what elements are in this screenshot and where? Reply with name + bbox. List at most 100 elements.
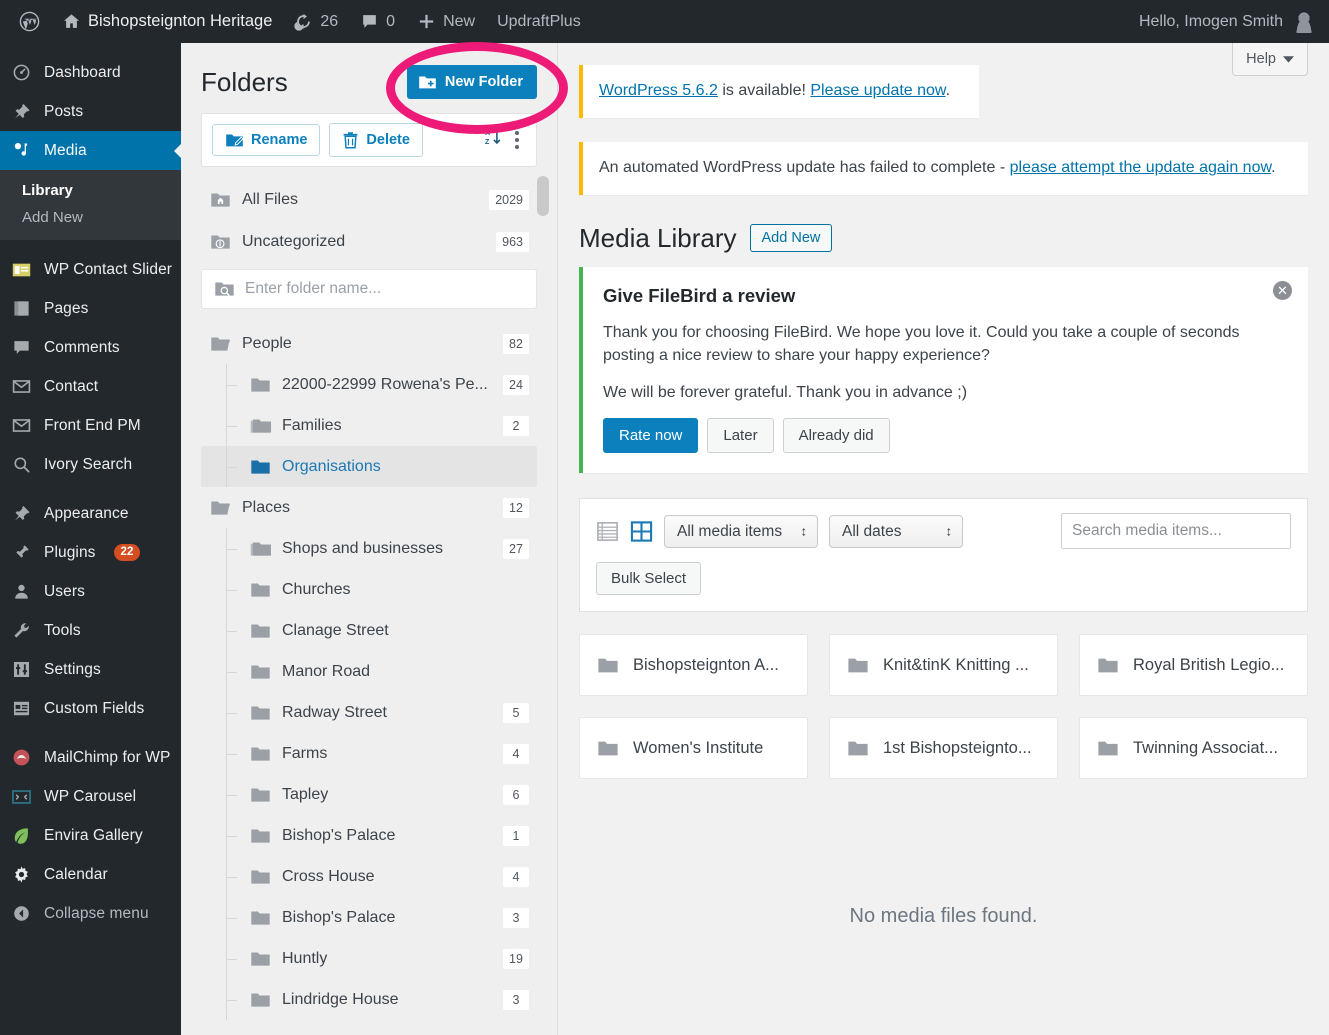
help-toggle-button[interactable]: Help bbox=[1232, 43, 1308, 76]
already-did-button[interactable]: Already did bbox=[782, 418, 890, 454]
folder-row-all-files[interactable]: All Files 2029 bbox=[201, 179, 537, 221]
add-new-media-button[interactable]: Add New bbox=[749, 224, 833, 253]
howdy-greeting[interactable]: Hello, Imogen Smith bbox=[1139, 13, 1293, 31]
sidebar-item-custom-fields[interactable]: Custom Fields bbox=[0, 689, 181, 728]
folder-icon bbox=[251, 910, 270, 925]
tree-node-tapley[interactable]: Tapley 6 bbox=[201, 774, 537, 815]
folder-card[interactable]: Royal British Legio... bbox=[1079, 634, 1308, 697]
tree-node-huntly[interactable]: Huntly 19 bbox=[201, 938, 537, 979]
sidebar-item-front-end-pm[interactable]: Front End PM bbox=[0, 406, 181, 445]
folder-card[interactable]: Women's Institute bbox=[579, 717, 808, 780]
collapse-menu-button[interactable]: Collapse menu bbox=[0, 894, 181, 933]
folder-label: Lindridge House bbox=[282, 990, 399, 1008]
sidebar-item-contact[interactable]: Contact bbox=[0, 367, 181, 406]
mailchimp-icon bbox=[11, 747, 32, 768]
tree-node-bishops-palace-1[interactable]: Bishop's Palace 1 bbox=[201, 815, 537, 856]
failed-notice-text: An automated WordPress update has failed… bbox=[599, 158, 1010, 176]
updraftplus-menu[interactable]: UpdraftPlus bbox=[486, 0, 592, 43]
list-view-icon[interactable] bbox=[596, 520, 619, 543]
folder-label: Bishop's Palace bbox=[282, 826, 396, 844]
wordpress-update-notice: WordPress 5.6.2 is available! Please upd… bbox=[579, 65, 979, 118]
sidebar-item-appearance[interactable]: Appearance bbox=[0, 494, 181, 533]
contact-slider-icon bbox=[11, 259, 32, 280]
folder-card[interactable]: Twinning Associat... bbox=[1079, 717, 1308, 780]
delete-folder-button[interactable]: Delete bbox=[329, 123, 423, 157]
folder-plus-icon bbox=[419, 76, 436, 89]
bulk-select-button[interactable]: Bulk Select bbox=[596, 562, 702, 596]
folders-panel-scrollbar[interactable] bbox=[537, 176, 549, 216]
tree-node-families[interactable]: Families 2 bbox=[201, 405, 537, 446]
rename-folder-button[interactable]: Rename bbox=[212, 124, 321, 156]
tree-node-bishops-palace-2[interactable]: Bishop's Palace 3 bbox=[201, 897, 537, 938]
menu-separator bbox=[0, 240, 181, 250]
please-update-now-link[interactable]: Please update now bbox=[810, 82, 945, 99]
sidebar-item-wp-contact-slider[interactable]: WP Contact Slider bbox=[0, 250, 181, 289]
folder-icon bbox=[251, 828, 270, 843]
sidebar-item-dashboard[interactable]: Dashboard bbox=[0, 53, 181, 92]
notice-tail: . bbox=[945, 82, 951, 99]
tree-node-lindridge-house[interactable]: Lindridge House 3 bbox=[201, 979, 537, 1020]
empty-media-message: No media files found. bbox=[849, 905, 1038, 928]
wordpress-logo-menu[interactable] bbox=[8, 0, 51, 43]
sidebar-item-mailchimp-for-wp[interactable]: MailChimp for WP bbox=[0, 738, 181, 777]
rate-now-button[interactable]: Rate now bbox=[603, 418, 699, 454]
submenu-item-library[interactable]: Library bbox=[0, 177, 181, 204]
tree-node-manor-road[interactable]: Manor Road bbox=[201, 651, 537, 692]
tree-node-shops-and-businesses[interactable]: Shops and businesses 27 bbox=[201, 528, 537, 569]
tree-node-people[interactable]: People 82 bbox=[201, 323, 537, 364]
sidebar-item-tools[interactable]: Tools bbox=[0, 611, 181, 650]
leaf-icon bbox=[11, 825, 32, 846]
folder-card[interactable]: Bishopsteignton A... bbox=[579, 634, 808, 697]
date-filter[interactable]: All dates bbox=[829, 514, 963, 548]
media-type-select[interactable]: All media items bbox=[664, 514, 818, 548]
search-media-input[interactable] bbox=[1061, 513, 1291, 550]
sidebar-item-settings[interactable]: Settings bbox=[0, 650, 181, 689]
sidebar-item-users[interactable]: Users bbox=[0, 572, 181, 611]
user-avatar-icon[interactable] bbox=[1293, 10, 1315, 33]
sidebar-item-comments[interactable]: Comments bbox=[0, 328, 181, 367]
tree-node-rowena[interactable]: 22000-22999 Rowena's Pe... 24 bbox=[201, 364, 537, 405]
folder-row-uncategorized[interactable]: Uncategorized 963 bbox=[201, 221, 537, 263]
media-type-filter[interactable]: All media items bbox=[664, 514, 818, 548]
grid-view-icon[interactable] bbox=[630, 520, 653, 543]
folder-search-box[interactable]: Enter folder name... bbox=[201, 269, 537, 309]
sidebar-item-calendar[interactable]: Calendar bbox=[0, 855, 181, 894]
folder-label: Shops and businesses bbox=[282, 539, 443, 557]
new-content-menu[interactable]: New bbox=[406, 0, 486, 43]
tree-node-places[interactable]: Places 12 bbox=[201, 487, 537, 528]
sidebar-item-plugins[interactable]: Plugins 22 bbox=[0, 533, 181, 572]
sidebar-item-label: Dashboard bbox=[44, 63, 121, 81]
folder-label: Bishop's Palace bbox=[282, 908, 396, 926]
sidebar-item-envira-gallery[interactable]: Envira Gallery bbox=[0, 816, 181, 855]
tree-node-churches[interactable]: Churches bbox=[201, 569, 537, 610]
sort-az-icon[interactable]: A Z bbox=[485, 128, 504, 152]
later-button[interactable]: Later bbox=[707, 418, 774, 454]
folder-info-icon bbox=[211, 235, 230, 249]
submenu-item-add-new[interactable]: Add New bbox=[0, 204, 181, 231]
tree-node-clanage-street[interactable]: Clanage Street bbox=[201, 610, 537, 651]
trash-icon bbox=[343, 132, 358, 149]
sidebar-item-media[interactable]: Media bbox=[0, 131, 182, 170]
tree-node-farms[interactable]: Farms 4 bbox=[201, 733, 537, 774]
folder-card[interactable]: Knit&tinK Knitting ... bbox=[829, 634, 1058, 697]
comments-menu[interactable]: 0 bbox=[349, 0, 406, 43]
tree-node-organisations[interactable]: Organisations bbox=[201, 446, 537, 487]
date-select[interactable]: All dates bbox=[829, 514, 963, 548]
close-icon[interactable]: ✕ bbox=[1273, 280, 1292, 300]
tree-node-radway-street[interactable]: Radway Street 5 bbox=[201, 692, 537, 733]
folder-actions-toolbar: Rename Delete A Z bbox=[201, 113, 537, 167]
sidebar-item-ivory-search[interactable]: Ivory Search bbox=[0, 445, 181, 484]
sidebar-item-pages[interactable]: Pages bbox=[0, 289, 181, 328]
tree-node-cross-house[interactable]: Cross House 4 bbox=[201, 856, 537, 897]
kebab-menu-icon[interactable] bbox=[513, 131, 526, 149]
new-folder-button[interactable]: New Folder bbox=[406, 65, 537, 99]
site-name-menu[interactable]: Bishopsteignton Heritage bbox=[51, 0, 283, 43]
updates-menu[interactable]: 26 bbox=[283, 0, 349, 43]
folder-card[interactable]: 1st Bishopsteignto... bbox=[829, 717, 1058, 780]
sidebar-item-posts[interactable]: Posts bbox=[0, 92, 181, 131]
folder-count: 19 bbox=[503, 948, 529, 969]
sidebar-item-wp-carousel[interactable]: WP Carousel bbox=[0, 777, 181, 816]
wordpress-version-link[interactable]: WordPress 5.6.2 bbox=[599, 82, 718, 99]
collapse-arrow-icon bbox=[11, 903, 32, 924]
attempt-update-again-link[interactable]: please attempt the update again now bbox=[1010, 159, 1272, 176]
